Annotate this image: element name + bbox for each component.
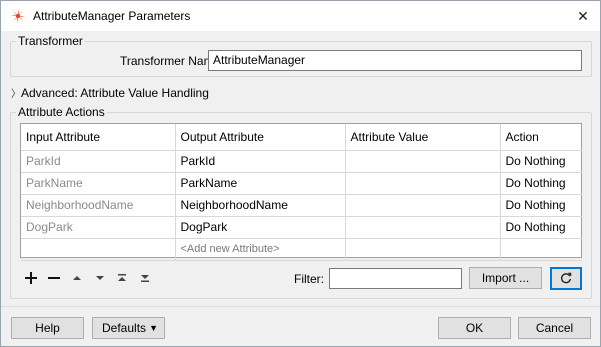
table-header-row: Input Attribute Output Attribute Attribu… <box>21 124 582 151</box>
minus-icon[interactable] <box>46 270 62 286</box>
refresh-button[interactable] <box>550 267 582 290</box>
transformer-group-label: Transformer <box>16 34 85 48</box>
help-button[interactable]: Help <box>11 317 84 339</box>
action-cell[interactable]: Do Nothing <box>500 172 582 195</box>
refresh-icon <box>560 272 572 284</box>
output-attribute-cell[interactable]: NeighborhoodName <box>175 194 346 217</box>
attribute-actions-group-label: Attribute Actions <box>16 105 107 119</box>
column-header-input-attribute[interactable]: Input Attribute <box>21 124 176 151</box>
add-row-action-cell[interactable] <box>500 238 582 261</box>
table-row[interactable]: ParkId ParkId Do Nothing <box>21 150 582 173</box>
advanced-section-label: Advanced: Attribute Value Handling <box>21 86 209 100</box>
add-attribute-row[interactable]: <Add new Attribute> <box>21 238 582 261</box>
defaults-button-label: Defaults <box>102 321 147 335</box>
output-attribute-cell[interactable]: ParkName <box>175 172 346 195</box>
ok-button[interactable]: OK <box>438 317 511 339</box>
move-to-top-icon[interactable] <box>114 270 130 286</box>
triangle-up-icon[interactable] <box>69 270 85 286</box>
defaults-button[interactable]: Defaults ▼ <box>92 317 165 339</box>
add-row-input-cell[interactable] <box>21 238 176 261</box>
caret-down-icon: ▼ <box>149 323 158 333</box>
add-new-attribute-cell[interactable]: <Add new Attribute> <box>175 238 346 261</box>
triangle-down-icon[interactable] <box>92 270 108 286</box>
input-attribute-cell[interactable]: ParkId <box>21 150 176 173</box>
output-attribute-cell[interactable]: ParkId <box>175 150 346 173</box>
attribute-value-cell[interactable] <box>345 216 501 239</box>
chevron-right-icon: 〉 <box>11 89 21 100</box>
table-row[interactable]: ParkName ParkName Do Nothing <box>21 172 582 195</box>
attribute-value-cell[interactable] <box>345 150 501 173</box>
column-header-output-attribute[interactable]: Output Attribute <box>175 124 346 151</box>
close-icon[interactable]: ✕ <box>573 6 593 26</box>
table-row[interactable]: NeighborhoodName NeighborhoodName Do Not… <box>21 194 582 217</box>
add-row-value-cell[interactable] <box>345 238 501 261</box>
column-header-action[interactable]: Action <box>500 124 582 151</box>
attribute-table: Input Attribute Output Attribute Attribu… <box>20 123 582 261</box>
input-attribute-cell[interactable]: ParkName <box>21 172 176 195</box>
input-attribute-cell[interactable]: NeighborhoodName <box>21 194 176 217</box>
window-title: AttributeManager Parameters <box>33 9 191 23</box>
action-cell[interactable]: Do Nothing <box>500 150 582 173</box>
advanced-section-toggle[interactable]: 〉Advanced: Attribute Value Handling <box>11 85 209 100</box>
action-cell[interactable]: Do Nothing <box>500 194 582 217</box>
input-attribute-cell[interactable]: DogPark <box>21 216 176 239</box>
title-bar: AttributeManager Parameters ✕ <box>1 1 600 31</box>
attribute-value-cell[interactable] <box>345 172 501 195</box>
column-header-attribute-value[interactable]: Attribute Value <box>345 124 501 151</box>
move-to-bottom-icon[interactable] <box>137 270 153 286</box>
footer-divider <box>1 306 600 307</box>
output-attribute-cell[interactable]: DogPark <box>175 216 346 239</box>
filter-label: Filter: <box>294 272 324 286</box>
dialog-window: AttributeManager Parameters ✕ Transforme… <box>0 0 601 347</box>
table-row[interactable]: DogPark DogPark Do Nothing <box>21 216 582 239</box>
action-cell[interactable]: Do Nothing <box>500 216 582 239</box>
attribute-value-cell[interactable] <box>345 194 501 217</box>
cancel-button[interactable]: Cancel <box>518 317 591 339</box>
filter-input[interactable] <box>329 268 462 289</box>
fme-app-icon <box>11 9 25 23</box>
import-button[interactable]: Import ... <box>469 267 542 289</box>
transformer-name-input[interactable]: AttributeManager <box>208 50 582 71</box>
plus-icon[interactable] <box>23 270 39 286</box>
